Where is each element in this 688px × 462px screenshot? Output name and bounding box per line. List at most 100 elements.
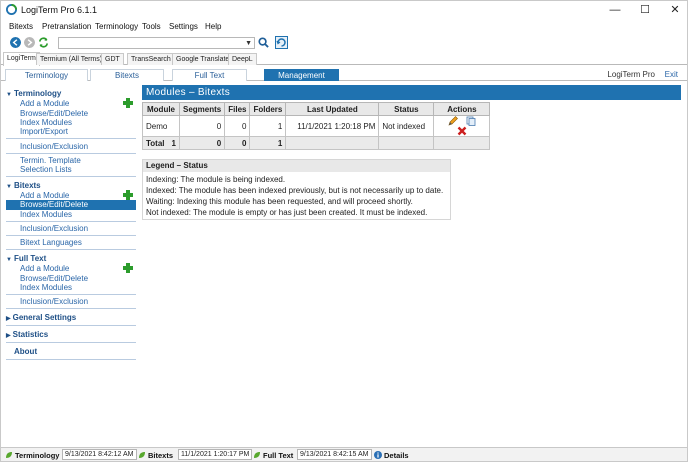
cell-segments: 0 bbox=[178, 115, 226, 137]
caret-right-icon: ▶ bbox=[6, 316, 11, 322]
table-total-row: Total 1 0 0 1 bbox=[142, 136, 491, 150]
add-bitext-module-icon[interactable] bbox=[123, 190, 133, 200]
info-icon[interactable] bbox=[374, 451, 382, 459]
cell-module: Demo bbox=[142, 115, 180, 137]
caret-down-icon: ▼ bbox=[6, 92, 12, 98]
col-actions: Actions bbox=[433, 102, 491, 116]
sidebar-item-fulltext-index[interactable]: Index Modules bbox=[20, 283, 72, 292]
sidebar-section-about[interactable]: About bbox=[14, 347, 37, 356]
add-fulltext-module-icon[interactable] bbox=[123, 263, 133, 273]
sidebar-item-bitext-add-module[interactable]: Add a Module bbox=[20, 191, 69, 200]
menu-help[interactable]: Help bbox=[205, 22, 221, 31]
tab-logiterm[interactable]: LogiTerm bbox=[3, 52, 40, 66]
sidebar-item-term-template[interactable]: Termin. Template bbox=[20, 156, 81, 165]
menu-bar: Bitexts Pretranslation Terminology Tools… bbox=[1, 20, 687, 34]
sidebar-item-term-index[interactable]: Index Modules bbox=[20, 118, 72, 127]
sidebar-item-term-browse[interactable]: Browse/Edit/Delete bbox=[20, 109, 88, 118]
col-module: Module bbox=[142, 102, 180, 116]
search-icon[interactable] bbox=[258, 37, 269, 48]
tab-transsearch[interactable]: TransSearch bbox=[127, 53, 175, 65]
sidebar-item-fulltext-add-module[interactable]: Add a Module bbox=[20, 264, 69, 273]
leaf-icon bbox=[254, 452, 260, 458]
delete-x-icon[interactable] bbox=[457, 126, 467, 136]
status-bitexts-time: 11/1/2021 1:20:17 PM bbox=[178, 449, 253, 460]
menu-pretranslation[interactable]: Pretranslation bbox=[42, 22, 91, 31]
copy-document-icon[interactable] bbox=[466, 116, 476, 126]
sidebar-item-term-inclusion[interactable]: Inclusion/Exclusion bbox=[20, 142, 88, 151]
status-terminology-label: Terminology bbox=[15, 451, 60, 460]
status-fulltext-time: 9/13/2021 8:42:15 AM bbox=[297, 449, 372, 460]
sidebar-item-term-add-module[interactable]: Add a Module bbox=[20, 99, 69, 108]
tab-bitexts[interactable]: Bitexts bbox=[90, 69, 164, 81]
section-title: General Settings bbox=[12, 313, 77, 322]
table-row: Demo 0 0 1 11/1/2021 1:20:18 PM Not inde… bbox=[142, 115, 491, 137]
tab-terminology[interactable]: Terminology bbox=[5, 69, 88, 81]
status-bar: Terminology 9/13/2021 8:42:12 AM Bitexts… bbox=[1, 447, 687, 461]
sidebar-item-bitext-index[interactable]: Index Modules bbox=[20, 210, 72, 219]
leaf-icon bbox=[139, 452, 145, 458]
app-logo-icon bbox=[6, 4, 17, 15]
menu-tools[interactable]: Tools bbox=[142, 22, 161, 31]
col-status: Status bbox=[378, 102, 435, 116]
sidebar-item-term-selection-lists[interactable]: Selection Lists bbox=[20, 165, 72, 174]
sidebar-item-bitext-inclusion[interactable]: Inclusion/Exclusion bbox=[20, 224, 88, 233]
details-button[interactable]: Details bbox=[384, 451, 409, 460]
menu-bitexts[interactable]: Bitexts bbox=[9, 22, 33, 31]
sidebar-item-fulltext-inclusion[interactable]: Inclusion/Exclusion bbox=[20, 297, 88, 306]
sidebar-section-statistics[interactable]: ▶ Statistics bbox=[6, 330, 48, 339]
menu-terminology[interactable]: Terminology bbox=[95, 22, 138, 31]
window-title: LogiTerm Pro 6.1.1 bbox=[21, 5, 98, 15]
exit-link[interactable]: Exit bbox=[665, 70, 678, 79]
divider bbox=[6, 359, 136, 360]
sidebar-item-bitext-browse[interactable]: Browse/Edit/Delete bbox=[6, 200, 136, 210]
divider bbox=[6, 294, 136, 295]
divider bbox=[6, 249, 136, 250]
main-tabs: Terminology Bitexts Full Text Management… bbox=[1, 66, 687, 81]
total-cell: Total 1 bbox=[142, 136, 180, 150]
chevron-down-icon[interactable]: ▼ bbox=[245, 38, 252, 49]
panel-title: Modules – Bitexts bbox=[142, 85, 681, 100]
total-count: 1 bbox=[171, 138, 176, 148]
total-empty-cell bbox=[433, 136, 491, 150]
app-window: LogiTerm Pro 6.1.1 — ☐ ✕ Bitexts Pretran… bbox=[0, 0, 688, 462]
sidebar-item-term-import-export[interactable]: Import/Export bbox=[20, 127, 68, 136]
tab-gdt[interactable]: GDT bbox=[101, 53, 124, 65]
legend-line-not-indexed: Not indexed: The module is empty or has … bbox=[146, 208, 428, 217]
tab-deepl[interactable]: DeepL bbox=[228, 53, 257, 65]
col-folders: Folders bbox=[249, 102, 287, 116]
total-files: 0 bbox=[224, 136, 251, 150]
forward-arrow-icon[interactable] bbox=[24, 37, 35, 48]
sidebar-section-fulltext[interactable]: ▼ Full Text bbox=[6, 254, 46, 263]
tab-termium[interactable]: Termium (All Terms) bbox=[36, 53, 107, 65]
caret-down-icon: ▼ bbox=[6, 184, 12, 190]
total-empty-cell bbox=[378, 136, 435, 150]
search-combobox[interactable]: ▼ bbox=[58, 37, 255, 49]
status-bitexts-label: Bitexts bbox=[148, 451, 174, 460]
total-segments: 0 bbox=[178, 136, 226, 150]
divider bbox=[6, 342, 136, 343]
total-folders: 1 bbox=[249, 136, 287, 150]
sidebar-item-bitext-languages[interactable]: Bitext Languages bbox=[20, 238, 82, 247]
sidebar-section-general-settings[interactable]: ▶ General Settings bbox=[6, 313, 76, 322]
section-title: About bbox=[14, 347, 38, 356]
table-header-row: Module Segments Files Folders Last Updat… bbox=[142, 102, 491, 116]
tab-google-translate[interactable]: Google Translate bbox=[172, 53, 234, 65]
back-arrow-icon[interactable] bbox=[10, 37, 21, 48]
tab-management[interactable]: Management bbox=[264, 69, 339, 81]
tab-full-text[interactable]: Full Text bbox=[172, 69, 247, 81]
menu-settings[interactable]: Settings bbox=[169, 22, 198, 31]
add-terminology-module-icon[interactable] bbox=[123, 98, 133, 108]
total-label: Total bbox=[146, 138, 165, 148]
close-window-button[interactable]: ✕ bbox=[657, 1, 688, 19]
cell-actions bbox=[433, 115, 491, 137]
sidebar-item-fulltext-browse[interactable]: Browse/Edit/Delete bbox=[20, 274, 88, 283]
sidebar-section-bitexts[interactable]: ▼ Bitexts bbox=[6, 181, 41, 190]
divider bbox=[6, 221, 136, 222]
caret-right-icon: ▶ bbox=[6, 333, 11, 339]
sidebar-section-terminology[interactable]: ▼ Terminology bbox=[6, 89, 61, 98]
toolbar: ▼ bbox=[1, 35, 687, 51]
edit-pencil-icon[interactable] bbox=[448, 116, 458, 126]
refresh-icon[interactable] bbox=[38, 37, 49, 48]
settings-window-icon[interactable] bbox=[275, 36, 288, 49]
modules-table: Module Segments Files Folders Last Updat… bbox=[142, 102, 491, 150]
